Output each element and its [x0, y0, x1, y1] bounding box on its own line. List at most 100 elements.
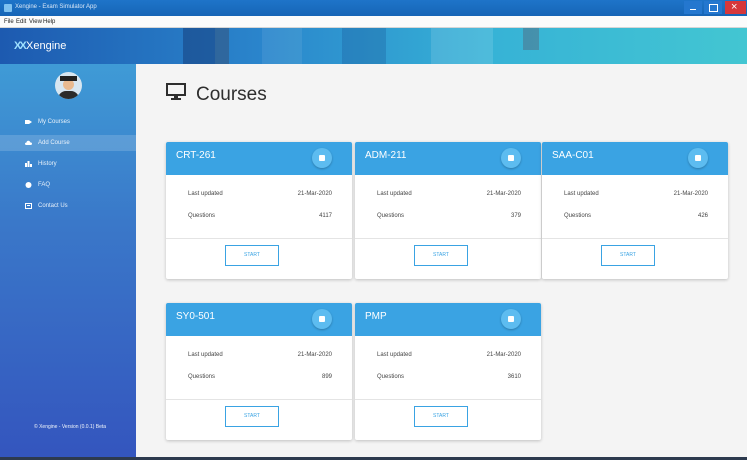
sidebar-item-label: History — [38, 161, 57, 167]
logo-mark-icon: XX — [14, 40, 27, 52]
delete-course-button[interactable] — [501, 309, 521, 329]
sidebar-item-add-course[interactable]: Add Course — [0, 135, 136, 151]
questions-label: Questions — [564, 213, 592, 219]
last-updated-row: Last updated 21-Mar-2020 — [188, 352, 332, 362]
sidebar-item-my-courses[interactable]: My Courses — [0, 114, 136, 130]
menu-edit[interactable]: Edit — [16, 19, 26, 25]
questions-value: 379 — [510, 213, 521, 219]
close-button[interactable] — [725, 1, 746, 14]
maximize-button[interactable] — [704, 1, 722, 14]
menu-file[interactable]: File — [4, 19, 14, 25]
course-card: SAA-C01 Last updated 21-Mar-2020 Questio… — [542, 142, 728, 279]
last-updated-row: Last updated 21-Mar-2020 — [188, 191, 332, 201]
course-card: CRT-261 Last updated 21-Mar-2020 Questio… — [166, 142, 352, 279]
questions-label: Questions — [188, 374, 216, 380]
course-card-header: SAA-C01 — [542, 142, 728, 175]
app-icon — [4, 4, 12, 12]
delete-course-button[interactable] — [312, 309, 332, 329]
main-content: Courses CRT-261 Last updated 21-Mar-2020… — [136, 64, 747, 457]
questions-value: 899 — [321, 374, 332, 380]
sidebar-item-faq[interactable]: FAQ — [0, 177, 136, 193]
sidebar-item-label: Add Course — [38, 140, 70, 146]
menu-bar: File Edit View Help — [0, 16, 747, 28]
last-updated-value: 21-Mar-2020 — [486, 352, 521, 358]
title-bar: Xengine - Exam Simulator App — [0, 0, 747, 16]
questions-label: Questions — [188, 213, 216, 219]
questions-row: Questions 899 — [188, 374, 332, 384]
version-text: © Xengine - Version (0.0.1) Beta — [34, 424, 107, 430]
last-updated-label: Last updated — [564, 191, 599, 197]
delete-course-button[interactable] — [501, 148, 521, 168]
header-decoration — [431, 28, 493, 64]
minimize-button[interactable] — [684, 1, 702, 14]
app-window: Xengine - Exam Simulator App File Edit V… — [0, 0, 747, 460]
course-code: PMP — [365, 311, 387, 322]
app-header: XX Xengine — [0, 28, 747, 64]
contact-card-icon — [25, 203, 32, 209]
divider — [166, 399, 352, 400]
sidebar-item-label: My Courses — [38, 119, 71, 125]
course-card-header: SY0-501 — [166, 303, 352, 336]
course-code: SAA-C01 — [552, 150, 594, 161]
last-updated-value: 21-Mar-2020 — [297, 352, 332, 358]
sidebar-item-contact-us[interactable]: Contact Us — [0, 198, 136, 214]
page-title: Courses — [196, 84, 267, 105]
tag-icon — [25, 120, 32, 124]
course-code: SY0-501 — [176, 311, 215, 322]
monitor-icon — [166, 83, 186, 100]
divider — [542, 238, 728, 239]
header-decoration — [342, 28, 386, 64]
last-updated-value: 21-Mar-2020 — [486, 191, 521, 197]
start-button[interactable]: START — [414, 245, 468, 266]
questions-value: 3610 — [507, 374, 521, 380]
logo-text: Xengine — [26, 40, 67, 52]
menu-help[interactable]: Help — [43, 19, 55, 25]
last-updated-label: Last updated — [188, 191, 223, 197]
questions-row: Questions 3610 — [377, 374, 521, 384]
divider — [355, 399, 541, 400]
avatar[interactable] — [55, 72, 82, 99]
last-updated-value: 21-Mar-2020 — [673, 191, 708, 197]
start-button[interactable]: START — [225, 245, 279, 266]
header-decoration — [215, 28, 229, 64]
sidebar-item-history[interactable]: History — [0, 156, 136, 172]
last-updated-value: 21-Mar-2020 — [297, 191, 332, 197]
course-code: CRT-261 — [176, 150, 216, 161]
sidebar-item-label: Contact Us — [38, 203, 68, 209]
questions-row: Questions 379 — [377, 213, 521, 223]
bar-chart-icon — [25, 161, 32, 167]
delete-course-button[interactable] — [688, 148, 708, 168]
course-card-header: ADM-211 — [355, 142, 541, 175]
window-title: Xengine - Exam Simulator App — [15, 4, 97, 10]
questions-label: Questions — [377, 213, 405, 219]
questions-value: 4117 — [319, 213, 332, 219]
questions-row: Questions 4117 — [188, 213, 332, 223]
divider — [166, 238, 352, 239]
divider — [355, 238, 541, 239]
last-updated-row: Last updated 21-Mar-2020 — [564, 191, 708, 201]
course-card-header: PMP — [355, 303, 541, 336]
header-decoration — [183, 28, 215, 64]
header-decoration — [523, 28, 539, 50]
menu-view[interactable]: View — [29, 19, 42, 25]
last-updated-label: Last updated — [377, 191, 412, 197]
start-button[interactable]: START — [225, 406, 279, 427]
last-updated-row: Last updated 21-Mar-2020 — [377, 352, 521, 362]
header-decoration — [262, 28, 302, 64]
course-card: ADM-211 Last updated 21-Mar-2020 Questio… — [355, 142, 541, 279]
cloud-upload-icon — [25, 140, 32, 145]
questions-value: 426 — [697, 213, 708, 219]
last-updated-row: Last updated 21-Mar-2020 — [377, 191, 521, 201]
sidebar-item-label: FAQ — [38, 182, 51, 188]
start-button[interactable]: START — [601, 245, 655, 266]
delete-course-button[interactable] — [312, 148, 332, 168]
questions-label: Questions — [377, 374, 405, 380]
course-code: ADM-211 — [365, 150, 407, 161]
start-button[interactable]: START — [414, 406, 468, 427]
course-card: PMP Last updated 21-Mar-2020 Questions 3… — [355, 303, 541, 440]
questions-row: Questions 426 — [564, 213, 708, 223]
sidebar: My Courses Add Course History FAQ Contac… — [0, 64, 136, 460]
course-card: SY0-501 Last updated 21-Mar-2020 Questio… — [166, 303, 352, 440]
question-icon — [25, 182, 32, 188]
last-updated-label: Last updated — [377, 352, 412, 358]
